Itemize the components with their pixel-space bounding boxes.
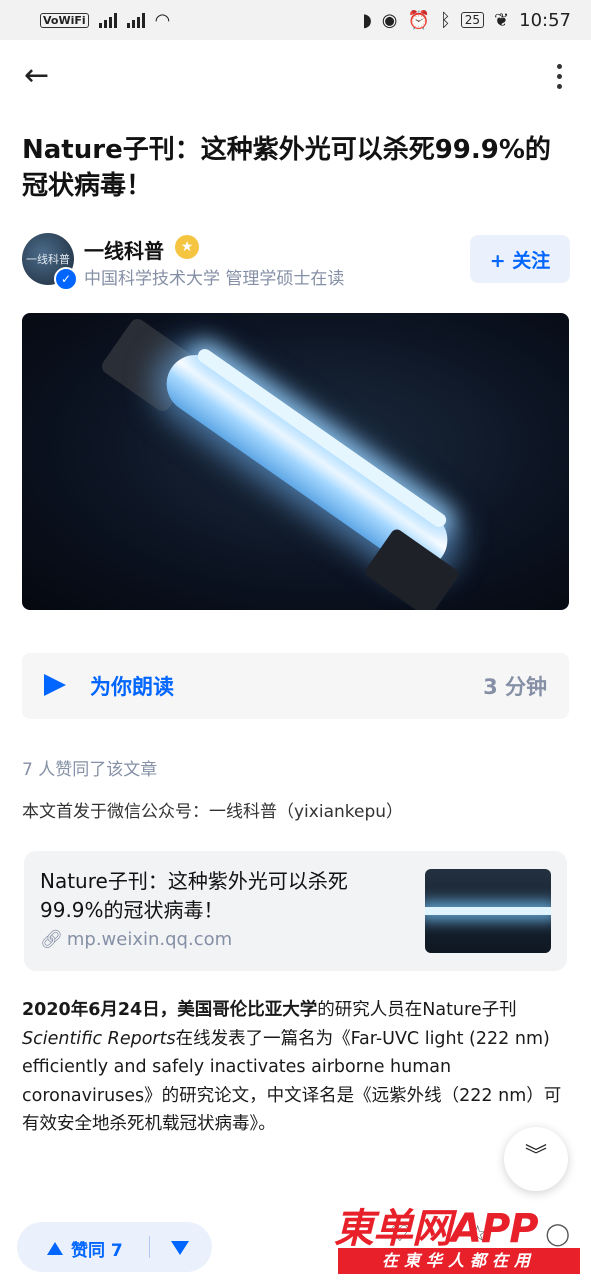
top-bar: ← <box>0 40 591 112</box>
para-journal: Scientific Reports <box>22 1028 176 1049</box>
vowifi-badge: VoWiFi <box>40 12 89 28</box>
author-name[interactable]: 一线科普 <box>84 235 164 264</box>
upvote-button[interactable]: 赞同 7 <box>47 1236 123 1261</box>
double-chevron-down-icon: ︾ <box>524 1144 547 1169</box>
downvote-button[interactable] <box>171 1241 189 1255</box>
scroll-down-button[interactable]: ︾ <box>504 1127 568 1191</box>
bluetooth-icon: ᛒ <box>439 9 451 31</box>
para-date: 2020年6月24日， <box>22 1000 178 1020</box>
link-card-url: 🔗︎ mp.weixin.qq.com <box>40 929 232 950</box>
back-arrow-icon[interactable]: ← <box>24 60 56 92</box>
watermark-sub: 在東华人都在用 <box>338 1248 580 1274</box>
read-duration: 3 分钟 <box>483 675 547 699</box>
upvote-arrow-icon <box>47 1242 63 1255</box>
signal-icon-2 <box>126 12 145 28</box>
para-text-1: 的研究人员在Nature子刊 <box>317 1000 517 1020</box>
leaf-icon: ❦ <box>494 9 510 31</box>
link-icon: 🔗︎ <box>40 929 63 950</box>
more-options-icon[interactable] <box>551 60 567 92</box>
watermark: 東单网APP 在東华人都在用 <box>334 1196 584 1280</box>
watermark-main: 東单网APP <box>334 1206 539 1252</box>
article-paragraph: 2020年6月24日，美国哥伦比亚大学的研究人员在Nature子刊 Scienti… <box>22 996 569 1139</box>
vote-bar: 赞同 7 <box>17 1222 212 1272</box>
link-card-title: Nature子刊：这种紫外光可以杀死99.9%的冠状病毒！ <box>40 869 348 922</box>
link-card-thumbnail <box>425 869 551 953</box>
headphones-icon: ◗ <box>362 9 372 31</box>
read-aloud-label: 为你朗读 <box>90 675 174 699</box>
alarm-icon: ⏰ <box>407 9 430 31</box>
wifi-icon: ◠ <box>154 9 171 31</box>
link-url-text: mp.weixin.qq.com <box>66 929 233 950</box>
eye-icon: ◉ <box>381 9 398 31</box>
follow-button[interactable]: + 关注 <box>470 235 570 283</box>
likes-count-text[interactable]: 7 人赞同了该文章 <box>22 755 157 780</box>
link-card[interactable]: Nature子刊：这种紫外光可以杀死99.9%的冠状病毒！ 🔗︎ mp.weix… <box>24 851 567 971</box>
upvote-label: 赞同 7 <box>71 1241 123 1261</box>
verified-icon: ✓ <box>54 267 78 291</box>
vote-divider <box>149 1236 150 1258</box>
hero-image[interactable] <box>22 313 569 610</box>
status-bar: VoWiFi ◠ ◗ ◉ ⏰ ᛒ 25 ❦ 10:57 <box>0 0 591 40</box>
battery-icon: 25 <box>460 12 485 28</box>
article-title: Nature子刊：这种紫外光可以杀死99.9%的冠状病毒！ <box>22 135 551 201</box>
author-badge-icon: ★ <box>175 235 199 259</box>
author-description: 中国科学技术大学 管理学硕士在读 <box>84 269 345 289</box>
read-aloud-bar[interactable]: 为你朗读 3 分钟 <box>22 653 569 719</box>
signal-icon <box>98 12 117 28</box>
play-icon[interactable] <box>44 674 66 696</box>
para-university: 美国哥伦比亚大学 <box>177 1000 318 1020</box>
clock: 10:57 <box>519 9 571 31</box>
author-row: 一线科普 ✓ 一线科普 ★ 中国科学技术大学 管理学硕士在读 + 关注 <box>22 233 570 291</box>
origin-text: 本文首发于微信公众号：一线科普（yixiankepu） <box>22 802 404 822</box>
